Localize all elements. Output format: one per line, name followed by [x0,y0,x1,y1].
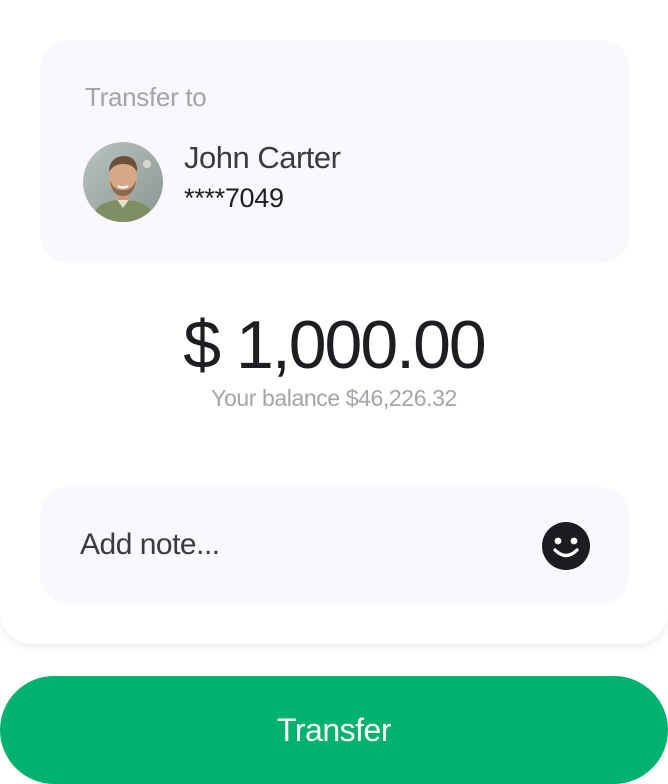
recipient-avatar [83,142,163,222]
note-input[interactable] [80,515,520,575]
recipient-account-number: ****7049 [184,183,284,213]
note-field[interactable] [40,487,629,604]
transfer-button[interactable]: Transfer [0,676,668,784]
emoji-button[interactable] [542,522,590,570]
avatar-image [83,142,163,222]
recipient-name: John Carter [184,140,341,175]
balance-text: Your balance $46,226.32 [211,385,457,411]
transfer-amount[interactable]: $ 1,000.00 [0,306,668,384]
smiley-face-icon [542,522,590,570]
transfer-to-heading: Transfer to [85,82,207,112]
